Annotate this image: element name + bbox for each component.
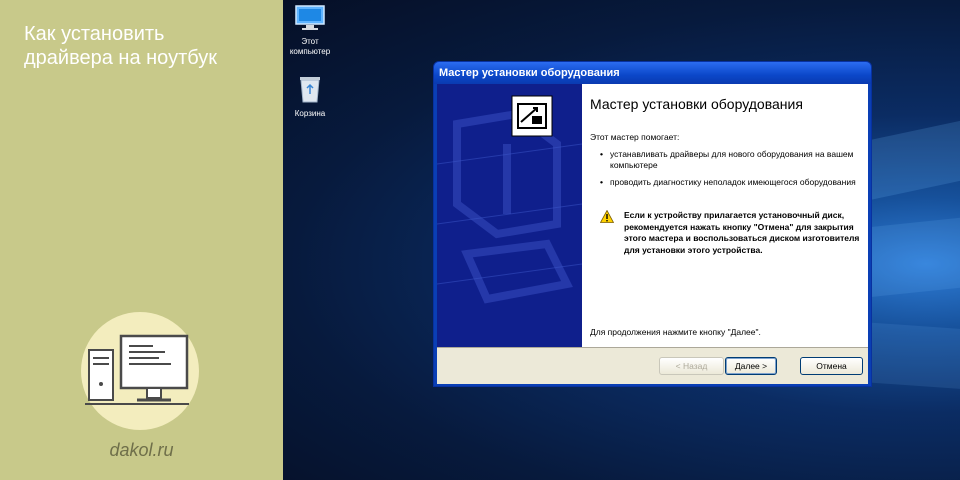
site-name[interactable]: dakol.ru <box>0 440 283 461</box>
wizard-sidebar <box>437 84 582 347</box>
warning-icon <box>599 209 616 256</box>
wizard-window: Мастер установки оборудования Мастер уст… <box>433 61 872 387</box>
back-button[interactable]: < Назад <box>659 357 724 375</box>
list-item: • проводить диагностику неполадок имеюще… <box>600 177 856 187</box>
cancel-button[interactable]: Отмена <box>800 357 863 375</box>
desktop-icon-computer[interactable]: Этот компьютер <box>283 4 340 57</box>
hardware-wizard-icon <box>517 103 547 129</box>
wizard-content: Мастер установки оборудования Этот масте… <box>582 84 868 347</box>
desktop-icon-recycle-bin[interactable]: Корзина <box>283 74 340 119</box>
banner-title: Как установить драйвера на ноутбук <box>24 22 274 70</box>
sidebar-graphic <box>437 84 582 347</box>
next-button[interactable]: Далее > <box>725 357 777 375</box>
warning-text: Если к устройству прилагается установочн… <box>624 210 860 255</box>
recycle-bin-icon <box>283 74 340 107</box>
wizard-intro: Этот мастер помогает: <box>590 132 680 142</box>
bullet-text: устанавливать драйверы для нового оборуд… <box>610 149 854 170</box>
wizard-button-bar: < Назад Далее > Отмена <box>437 347 868 384</box>
left-banner: Как установить драйвера на ноутбук dakol… <box>0 0 283 480</box>
desktop-computer-icon <box>85 334 189 405</box>
warning-block: Если к устройству прилагается установочн… <box>590 209 861 256</box>
wizard-client: Мастер установки оборудования Этот масте… <box>437 84 868 384</box>
desktop-icon-label: Корзина <box>294 109 326 118</box>
banner-title-line2: драйвера на ноутбук <box>24 47 218 69</box>
bullet-text: проводить диагностику неполадок имеющего… <box>610 177 856 187</box>
wizard-heading: Мастер установки оборудования <box>590 96 803 112</box>
banner-title-line1: Как установить <box>24 23 165 45</box>
computer-icon <box>283 4 340 35</box>
site-logo <box>81 312 199 430</box>
wizard-footer-text: Для продолжения нажмите кнопку "Далее". <box>590 327 761 337</box>
window-titlebar[interactable]: Мастер установки оборудования <box>434 62 871 84</box>
desktop-icon-label: компьютер <box>289 47 331 56</box>
list-item: • устанавливать драйверы для нового обор… <box>590 149 861 171</box>
desktop-icon-label: Этот <box>301 37 319 46</box>
